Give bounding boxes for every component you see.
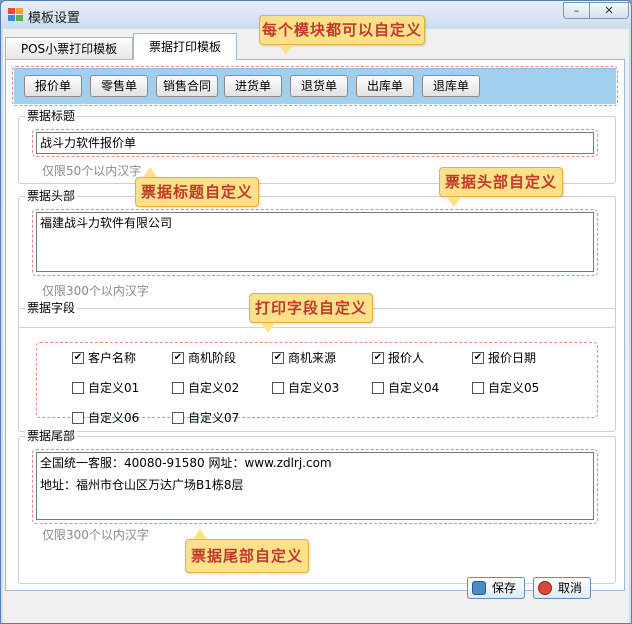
- checkbox-check-icon: ✔: [72, 352, 84, 364]
- checkbox-opportunity-stage[interactable]: ✔ 商机阶段: [172, 350, 236, 366]
- retail-button[interactable]: 零售单: [90, 75, 148, 97]
- checkbox-label: 自定义02: [188, 381, 240, 395]
- checkbox-label: 商机阶段: [188, 351, 237, 365]
- checkbox-quote-date[interactable]: ✔ 报价日期: [472, 350, 536, 366]
- footer-textarea[interactable]: 全国统一客服：40080-91580 网址：www.zdlrj.com 地址：福…: [36, 452, 594, 520]
- checkbox-box: [272, 382, 284, 394]
- checkbox-custom-07[interactable]: 自定义07: [172, 410, 239, 426]
- checkbox-label: 自定义03: [288, 381, 340, 395]
- minimize-button[interactable]: –: [563, 2, 590, 19]
- purchase-button[interactable]: 进货单: [224, 75, 282, 97]
- callout-title-tail: [143, 167, 157, 177]
- checkbox-box: [172, 412, 184, 424]
- cancel-button-label: 取消: [558, 581, 583, 595]
- checkbox-box: [472, 382, 484, 394]
- checkbox-label: 自定义01: [88, 381, 140, 395]
- checkbox-label: 商机来源: [288, 351, 337, 365]
- checkbox-custom-01[interactable]: 自定义01: [72, 380, 139, 396]
- quote-button[interactable]: 报价单: [24, 75, 82, 97]
- checkbox-box: [172, 382, 184, 394]
- callout-fields-tail: [261, 323, 275, 333]
- client-area: POS小票打印模板 票据打印模板 报价单 零售单 销售合同 进货单 退货单 出库…: [3, 15, 629, 623]
- checkbox-label: 自定义04: [388, 381, 440, 395]
- cancel-button[interactable]: 取消: [533, 577, 591, 599]
- header-group-legend: 票据头部: [25, 189, 78, 203]
- callout-modules-tail: [279, 45, 293, 55]
- save-button-label: 保存: [492, 581, 517, 595]
- footer-line-2: 地址：福州市仓山区万达广场B1栋8层: [40, 478, 244, 492]
- checkbox-custom-06[interactable]: 自定义06: [72, 410, 139, 426]
- close-button[interactable]: ✕: [589, 2, 629, 19]
- checkbox-customer-name[interactable]: ✔ 客户名称: [72, 350, 136, 366]
- checkbox-label: 自定义06: [88, 411, 140, 425]
- cancel-icon: [538, 581, 552, 595]
- stock-return-button[interactable]: 退库单: [422, 75, 480, 97]
- title-input[interactable]: 战斗力软件报价单: [36, 132, 594, 154]
- checkbox-custom-05[interactable]: 自定义05: [472, 380, 539, 396]
- checkbox-box: [72, 412, 84, 424]
- footer-group-legend: 票据尾部: [25, 429, 78, 443]
- checkbox-check-icon: ✔: [372, 352, 384, 364]
- save-icon: [472, 581, 486, 595]
- tab-pos-receipt-template[interactable]: POS小票打印模板: [5, 37, 133, 59]
- sales-contract-button[interactable]: 销售合同: [156, 75, 218, 97]
- checkbox-custom-03[interactable]: 自定义03: [272, 380, 339, 396]
- footer-line-1: 全国统一客服：40080-91580 网址：www.zdlrj.com: [40, 456, 332, 470]
- callout-header: 票据头部自定义: [439, 167, 563, 197]
- footer-hint: 仅限300个以内汉字: [42, 528, 149, 542]
- checkbox-check-icon: ✔: [472, 352, 484, 364]
- checkbox-check-icon: ✔: [172, 352, 184, 364]
- callout-footer: 票据尾部自定义: [185, 539, 309, 573]
- checkbox-opportunity-source[interactable]: ✔ 商机来源: [272, 350, 336, 366]
- callout-modules: 每个模块都可以自定义: [259, 15, 425, 45]
- callout-fields: 打印字段自定义: [249, 293, 373, 323]
- tab-panel: 报价单 零售单 销售合同 进货单 退货单 出库单 退库单 票据标题 战斗力软件报…: [5, 59, 625, 591]
- checkbox-custom-02[interactable]: 自定义02: [172, 380, 239, 396]
- outbound-button[interactable]: 出库单: [356, 75, 414, 97]
- checkbox-label: 客户名称: [88, 351, 137, 365]
- checkbox-check-icon: ✔: [272, 352, 284, 364]
- save-button[interactable]: 保存: [467, 577, 525, 599]
- checkbox-label: 报价人: [388, 351, 425, 365]
- return-button[interactable]: 退货单: [290, 75, 348, 97]
- header-textarea[interactable]: 福建战斗力软件有限公司: [36, 212, 594, 272]
- callout-header-tail: [447, 197, 461, 207]
- checkbox-custom-04[interactable]: 自定义04: [372, 380, 439, 396]
- checkbox-label: 报价日期: [488, 351, 537, 365]
- fields-group-legend: 票据字段: [25, 301, 78, 315]
- checkbox-label: 自定义07: [188, 411, 240, 425]
- checkbox-box: [372, 382, 384, 394]
- title-hint: 仅限50个以内汉字: [42, 164, 142, 178]
- checkbox-box: [72, 382, 84, 394]
- header-hint: 仅限300个以内汉字: [42, 284, 149, 298]
- callout-footer-tail: [193, 529, 207, 539]
- template-settings-window: 模板设置 – ✕ POS小票打印模板 票据打印模板 报价单 零售单 销售合同 进…: [0, 0, 632, 624]
- callout-title: 票据标题自定义: [135, 177, 259, 207]
- window-title: 模板设置: [28, 11, 81, 26]
- app-window-icon: [8, 8, 24, 22]
- title-group-legend: 票据标题: [25, 109, 78, 123]
- tab-receipt-print-template[interactable]: 票据打印模板: [133, 33, 237, 60]
- checkbox-label: 自定义05: [488, 381, 540, 395]
- checkbox-quoter[interactable]: ✔ 报价人: [372, 350, 424, 366]
